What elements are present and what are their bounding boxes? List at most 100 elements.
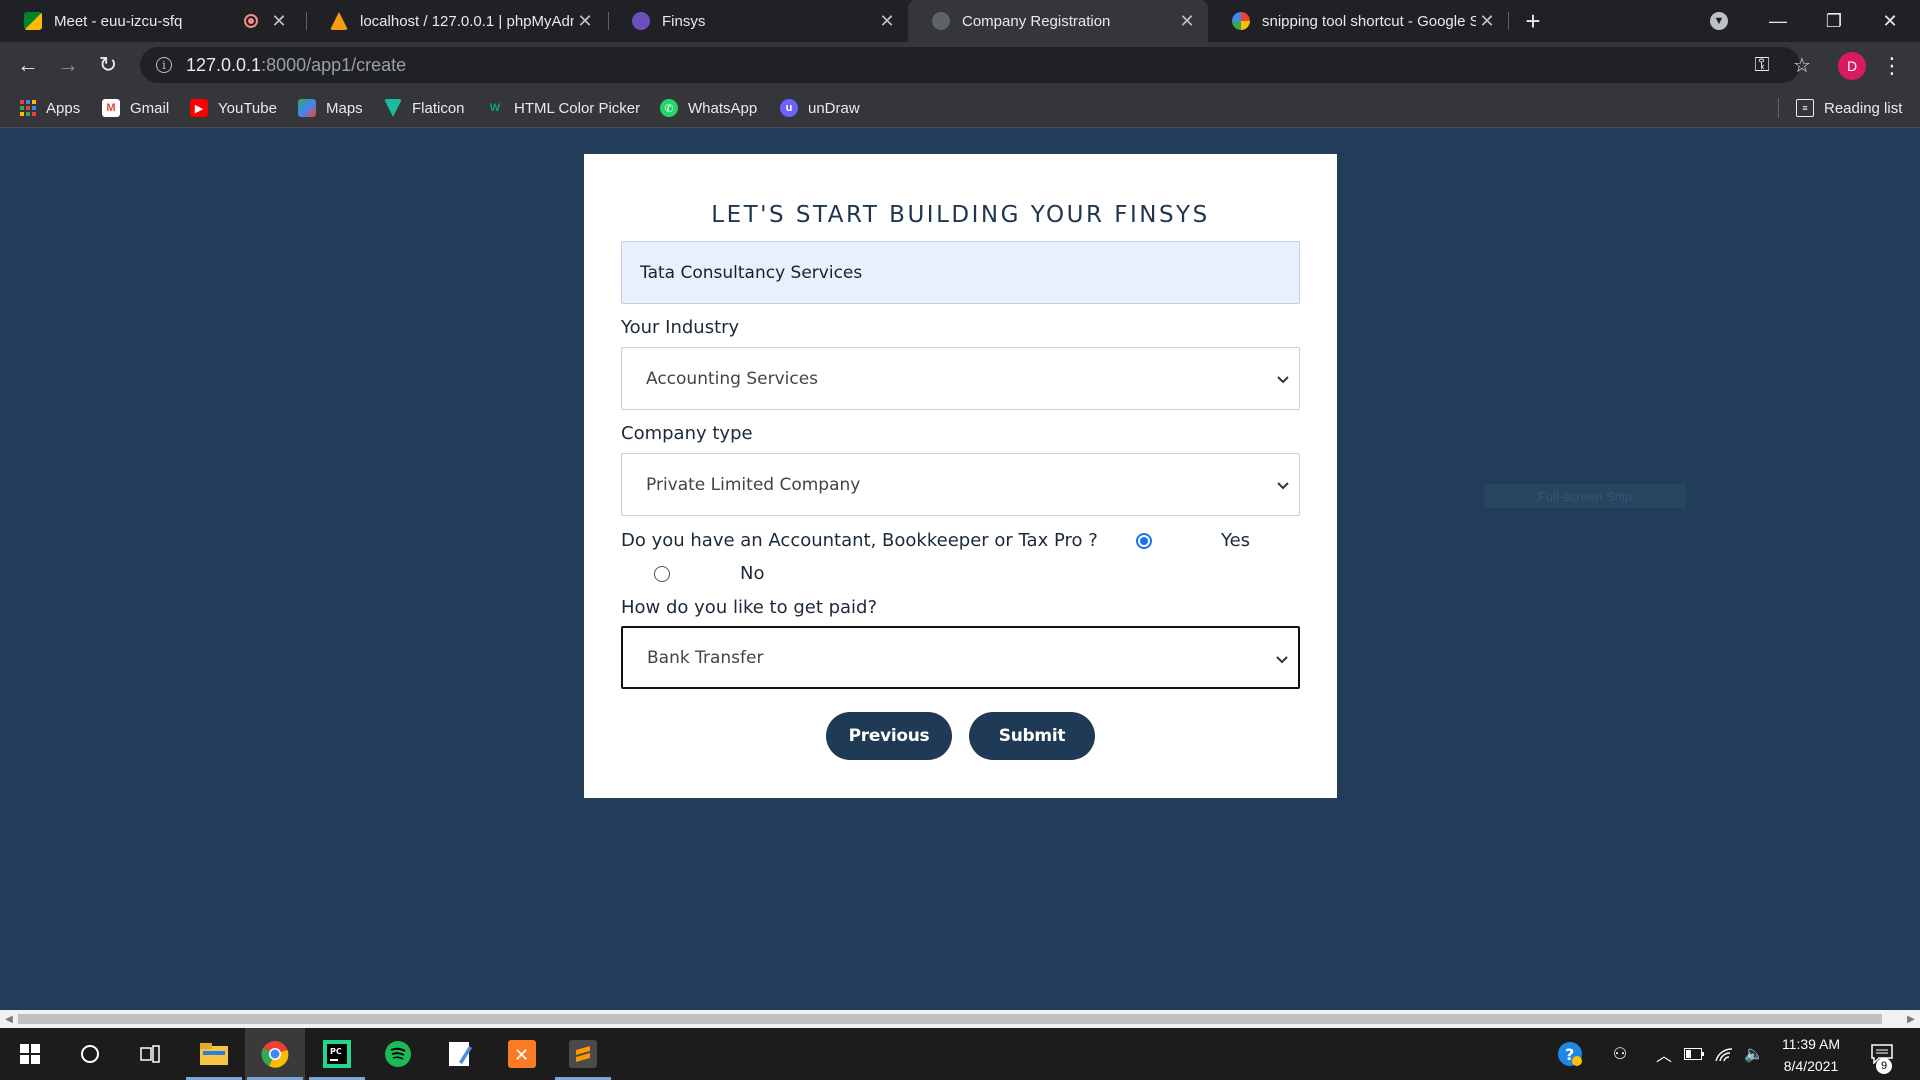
xampp-icon[interactable]: ✕ bbox=[492, 1028, 552, 1080]
maps-icon bbox=[298, 99, 316, 117]
bookmark-label: Flaticon bbox=[412, 99, 465, 117]
submit-button[interactable]: Submit bbox=[969, 712, 1095, 760]
accountant-question: Do you have an Accountant, Bookkeeper or… bbox=[621, 530, 1098, 551]
scroll-right-icon[interactable]: ▶ bbox=[1904, 1012, 1918, 1026]
accountant-yes-radio[interactable] bbox=[1136, 533, 1152, 549]
bookmark-label: YouTube bbox=[218, 99, 277, 117]
close-window-button[interactable]: ✕ bbox=[1862, 0, 1918, 42]
industry-select[interactable]: Accounting Services bbox=[621, 347, 1300, 410]
tab-divider bbox=[1508, 12, 1509, 30]
tab-search-icon[interactable]: ▼ bbox=[1710, 12, 1728, 30]
reading-list-button[interactable]: ≡ Reading list bbox=[1796, 88, 1902, 128]
company-type-select[interactable]: Private Limited Company bbox=[621, 453, 1300, 516]
sublime-text-icon[interactable] bbox=[553, 1028, 613, 1080]
google-meet-icon bbox=[24, 12, 42, 30]
accountant-yes-label: Yes bbox=[1221, 530, 1251, 551]
accountant-no-radio[interactable] bbox=[654, 566, 670, 582]
payment-label: How do you like to get paid? bbox=[621, 597, 878, 618]
bookmark-apps[interactable]: Apps bbox=[20, 88, 80, 128]
windows-start-icon[interactable] bbox=[0, 1028, 60, 1080]
scrollbar-thumb[interactable] bbox=[18, 1014, 1882, 1024]
tab-title: Company Registration bbox=[962, 12, 1111, 30]
tab-title: Meet - euu-izcu-sfq bbox=[54, 12, 183, 30]
file-explorer-icon[interactable] bbox=[184, 1028, 244, 1080]
people-icon[interactable]: ⚇ bbox=[1600, 1028, 1640, 1080]
bookmark-label: Apps bbox=[46, 99, 81, 117]
bookmark-youtube[interactable]: ▶ YouTube bbox=[190, 88, 277, 128]
google-icon bbox=[1232, 12, 1250, 30]
bookmark-flaticon[interactable]: Flaticon bbox=[384, 88, 465, 128]
new-tab-button[interactable]: + bbox=[1518, 6, 1548, 36]
tab-meet[interactable]: Meet - euu-izcu-sfq ✕ bbox=[0, 0, 300, 42]
url-host: 127.0.0.1 bbox=[186, 54, 262, 75]
tab-phpmyadmin[interactable]: localhost / 127.0.0.1 | phpMyAdmin ✕ bbox=[306, 0, 606, 42]
bookmark-label: HTML Color Picker bbox=[514, 99, 641, 117]
tab-google-search[interactable]: snipping tool shortcut - Google Search ✕ bbox=[1208, 0, 1508, 42]
youtube-icon: ▶ bbox=[190, 99, 208, 117]
phpmyadmin-icon bbox=[330, 12, 348, 30]
site-info-icon[interactable]: i bbox=[156, 57, 172, 73]
scroll-left-icon[interactable]: ◀ bbox=[2, 1012, 16, 1026]
previous-button[interactable]: Previous bbox=[826, 712, 952, 760]
task-view-icon[interactable] bbox=[120, 1028, 180, 1080]
recording-icon bbox=[244, 14, 258, 28]
bookmark-maps[interactable]: Maps bbox=[298, 88, 363, 128]
snip-hint: Full-screen Snip bbox=[1484, 484, 1686, 508]
battery-icon[interactable] bbox=[1680, 1028, 1708, 1080]
profile-avatar[interactable]: D bbox=[1838, 52, 1866, 80]
payment-method-value: Bank Transfer bbox=[647, 647, 764, 668]
spotify-icon[interactable] bbox=[368, 1028, 428, 1080]
bookmark-label: WhatsApp bbox=[688, 99, 758, 117]
bookmark-whatsapp[interactable]: ✆ WhatsApp bbox=[660, 88, 757, 128]
search-icon[interactable] bbox=[60, 1028, 120, 1080]
wifi-icon[interactable] bbox=[1710, 1028, 1738, 1080]
chevron-down-icon bbox=[1277, 482, 1289, 490]
tab-title: localhost / 127.0.0.1 | phpMyAdmin bbox=[360, 12, 574, 30]
bookmarks-bar: Apps M Gmail ▶ YouTube Maps Flaticon W H… bbox=[0, 88, 1920, 128]
bookmark-gmail[interactable]: M Gmail bbox=[102, 88, 169, 128]
bookmarks-divider bbox=[1778, 98, 1779, 118]
back-button[interactable]: ← bbox=[14, 51, 42, 79]
key-icon[interactable]: ⚿ bbox=[1748, 51, 1776, 79]
company-name-input[interactable]: Tata Consultancy Services bbox=[621, 241, 1300, 304]
close-icon[interactable]: ✕ bbox=[876, 11, 898, 32]
close-icon[interactable]: ✕ bbox=[268, 11, 290, 32]
reading-list-icon: ≡ bbox=[1796, 99, 1814, 117]
finsys-icon bbox=[632, 12, 650, 30]
close-icon[interactable]: ✕ bbox=[1176, 11, 1198, 32]
tab-company-registration[interactable]: Company Registration ✕ bbox=[908, 0, 1208, 42]
chevron-up-icon[interactable]: ︿ bbox=[1650, 1028, 1678, 1080]
apps-grid-icon bbox=[20, 100, 36, 116]
forward-button[interactable]: → bbox=[54, 51, 82, 79]
windows-taskbar: PC ✕ ? ⚇ ︿ 🔈 bbox=[0, 1028, 1920, 1080]
bookmark-undraw[interactable]: u unDraw bbox=[780, 88, 860, 128]
close-icon[interactable]: ✕ bbox=[574, 11, 596, 32]
registration-card: LET'S START BUILDING YOUR FINSYS Tata Co… bbox=[584, 154, 1337, 798]
chrome-icon[interactable] bbox=[245, 1028, 305, 1080]
company-name-value: Tata Consultancy Services bbox=[640, 262, 863, 283]
reload-button[interactable]: ↻ bbox=[94, 51, 122, 79]
bookmark-star-icon[interactable]: ☆ bbox=[1788, 51, 1816, 79]
taskbar-clock[interactable]: 11:39 AM 8/4/2021 bbox=[1766, 1033, 1856, 1077]
tab-finsys[interactable]: Finsys ✕ bbox=[608, 0, 908, 42]
whatsapp-icon: ✆ bbox=[660, 99, 678, 117]
address-bar[interactable]: i 127.0.0.1:8000/app1/create bbox=[140, 47, 1800, 83]
notepad-icon[interactable] bbox=[430, 1028, 490, 1080]
help-tray-icon[interactable]: ? bbox=[1550, 1028, 1590, 1080]
more-menu-icon[interactable]: ⋮ bbox=[1881, 52, 1903, 80]
pycharm-icon[interactable]: PC bbox=[307, 1028, 367, 1080]
url-path: :8000/app1/create bbox=[261, 54, 407, 75]
minimize-button[interactable]: — bbox=[1750, 0, 1806, 42]
close-icon[interactable]: ✕ bbox=[1476, 11, 1498, 32]
clock-date: 8/4/2021 bbox=[1783, 1058, 1839, 1074]
notification-count-badge: 9 bbox=[1876, 1058, 1892, 1074]
gmail-icon: M bbox=[102, 99, 120, 117]
volume-icon[interactable]: 🔈 bbox=[1740, 1028, 1768, 1080]
horizontal-scrollbar[interactable]: ◀ ▶ bbox=[0, 1010, 1920, 1028]
restore-button[interactable]: ❐ bbox=[1806, 0, 1862, 42]
page-title: LET'S START BUILDING YOUR FINSYS bbox=[711, 202, 1210, 228]
bookmark-label: unDraw bbox=[808, 99, 860, 117]
payment-method-select[interactable]: Bank Transfer bbox=[621, 626, 1300, 689]
clock-time: 11:39 AM bbox=[1781, 1036, 1841, 1052]
bookmark-html-color-picker[interactable]: W HTML Color Picker bbox=[486, 88, 640, 128]
